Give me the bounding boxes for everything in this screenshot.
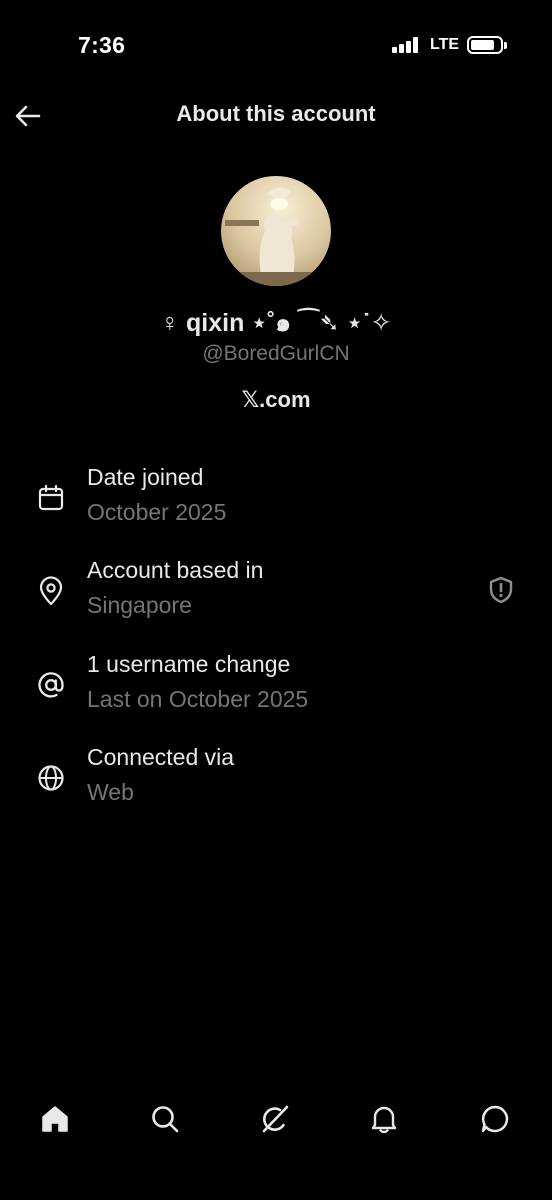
- nav-notifications[interactable]: [364, 1099, 404, 1139]
- account-based-in-row: Account based in Singapore: [0, 557, 552, 637]
- nav-grok[interactable]: [255, 1099, 295, 1139]
- connected-via-value: Web: [87, 779, 134, 805]
- grok-icon: [262, 1105, 289, 1133]
- username-change-row: 1 username change Last on October 2025: [0, 651, 552, 731]
- username-change-label: 1 username change: [87, 651, 291, 677]
- signal-strength-icon: [392, 37, 422, 53]
- at-sign-icon: [35, 669, 67, 701]
- bottom-nav: [0, 1085, 552, 1155]
- notifications-icon: [371, 1106, 397, 1134]
- date-joined-row: Date joined October 2025: [0, 464, 552, 544]
- site-link[interactable]: 𝕏.com: [0, 387, 552, 413]
- avatar[interactable]: [221, 176, 331, 286]
- date-joined-label: Date joined: [87, 464, 204, 490]
- username-change-value: Last on October 2025: [87, 686, 309, 712]
- nav-messages[interactable]: [475, 1099, 515, 1139]
- account-based-in-value: Singapore: [87, 592, 192, 618]
- page-title: About this account: [176, 101, 376, 126]
- username-handle: @BoredGurlCN: [202, 342, 350, 365]
- calendar-icon: [35, 482, 67, 514]
- search-icon: [152, 1106, 179, 1133]
- shield-info-button[interactable]: [484, 573, 518, 607]
- nav-home[interactable]: [35, 1099, 75, 1139]
- battery-icon: [467, 36, 507, 54]
- connected-via-row: Connected via Web: [0, 744, 552, 824]
- date-joined-value: October 2025: [87, 499, 227, 525]
- messages-icon: [481, 1105, 509, 1133]
- home-icon: [42, 1106, 68, 1132]
- globe-icon: [35, 762, 67, 794]
- shield-icon: [489, 576, 513, 604]
- status-bar: 7:36 LTE: [0, 0, 552, 90]
- connected-via-label: Connected via: [87, 744, 235, 770]
- nav-search[interactable]: [145, 1099, 185, 1139]
- account-based-in-label: Account based in: [87, 557, 264, 583]
- display-name: ♀ qixin ⋆˚๑ ⁀➴ ⋆˙✧: [160, 309, 392, 337]
- location-pin-icon: [35, 575, 67, 607]
- network-type: LTE: [430, 36, 460, 53]
- status-time: 7:36: [78, 32, 126, 58]
